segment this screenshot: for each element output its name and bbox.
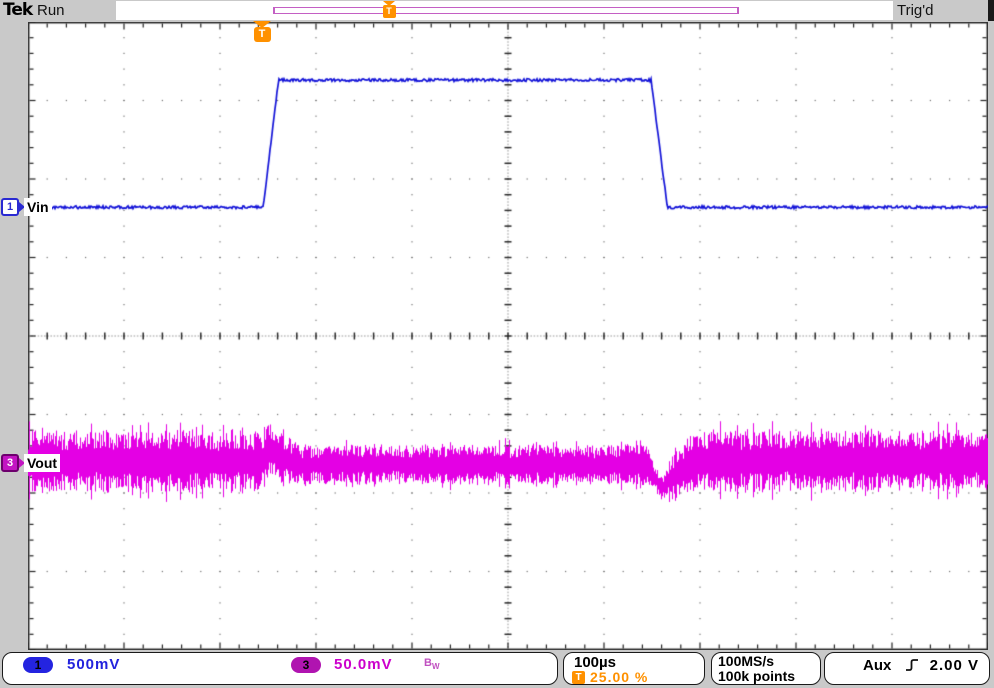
channel1-badge: 1: [23, 657, 53, 673]
channel3-scale: 50.0mV: [334, 656, 393, 673]
rising-edge-icon: [906, 659, 918, 671]
trigger-readout-box[interactable]: Aux 2.00 V: [824, 652, 990, 685]
bandwidth-limit-icon: BW: [424, 657, 440, 671]
bw-subscript: W: [431, 662, 440, 672]
trigger-position-readout: 25.00 %: [590, 669, 649, 685]
timebase-readout-box[interactable]: 100µs T 25.00 %: [563, 652, 705, 685]
channel3-badge: 3: [291, 657, 321, 673]
waveform-display[interactable]: [28, 22, 988, 650]
trigger-status: Trig'd: [897, 2, 934, 19]
channel1-badge: 1: [1, 198, 19, 216]
record-trigger-marker[interactable]: T: [382, 1, 396, 18]
oscilloscope-screen: Tek Run T Trig'd T 1 Vin 3 Vout 1 500mV …: [0, 0, 994, 688]
acquisition-status: Run: [37, 2, 65, 19]
top-status-bar: Tek Run T Trig'd: [0, 0, 994, 21]
channel1-scale: 500mV: [67, 656, 121, 673]
trigger-position-line: T 25.00 %: [572, 669, 648, 685]
channel3-badge: 3: [1, 454, 19, 472]
trigger-t-icon: T: [382, 5, 396, 18]
channel-readout-box[interactable]: 1 500mV 3 50.0mV BW: [2, 652, 558, 685]
channel1-label[interactable]: Vin: [24, 198, 52, 216]
tek-logo: Tek: [3, 0, 33, 20]
trigger-t-icon: T: [253, 27, 271, 42]
sample-rate: 100MS/s: [718, 653, 775, 669]
trigger-t-icon: T: [572, 670, 585, 684]
channel3-label[interactable]: Vout: [24, 454, 61, 472]
readout-bar: 1 500mV 3 50.0mV BW 100µs T 25.00 % 100M…: [0, 650, 994, 688]
trigger-level: 2.00 V: [929, 657, 979, 674]
trigger-position-marker[interactable]: T: [253, 21, 271, 42]
acquisition-readout-box[interactable]: 100MS/s 100k points: [711, 652, 821, 685]
record-length: 100k points: [718, 668, 796, 684]
record-view-area: T: [116, 1, 893, 20]
bw-letter: B: [424, 657, 432, 669]
trigger-source: Aux: [863, 657, 892, 674]
record-view-bar[interactable]: [273, 7, 739, 14]
screen-corner: [988, 0, 994, 21]
